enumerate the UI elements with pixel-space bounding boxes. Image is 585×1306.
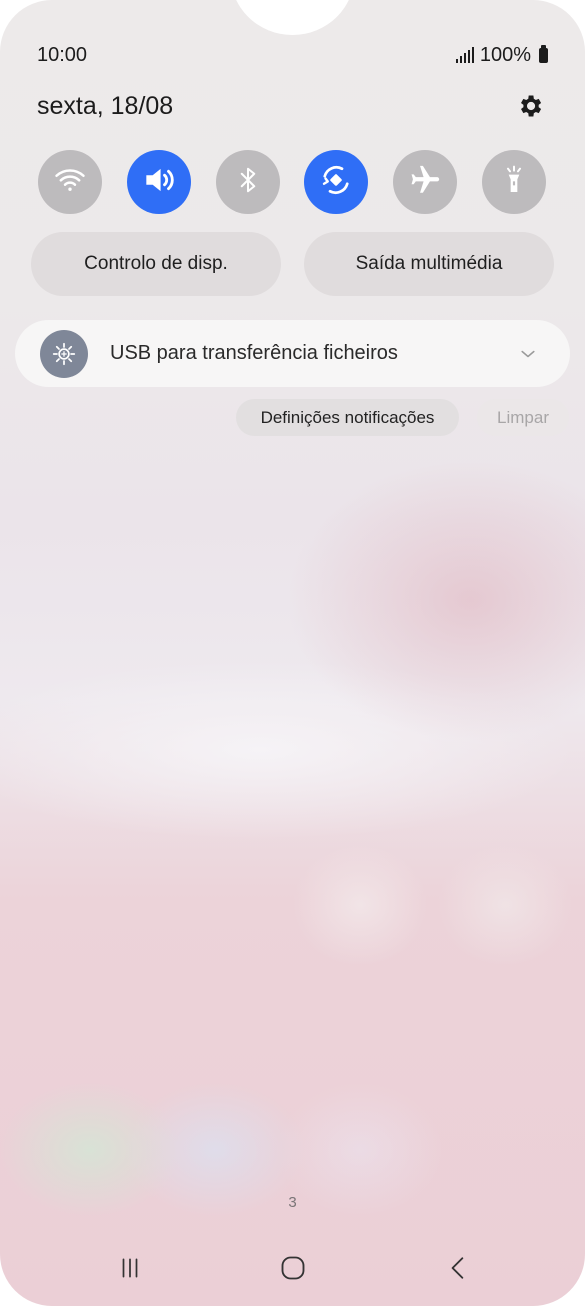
notification-title: USB para transferência ficheiros — [110, 342, 398, 364]
usb-notification-card[interactable]: USB para transferência ficheiros — [15, 320, 570, 387]
signal-strength-icon — [455, 47, 474, 63]
back-button[interactable] — [436, 1248, 480, 1292]
home-icon — [279, 1254, 307, 1287]
quick-panel-buttons: Controlo de disp. Saída multimédia — [31, 232, 554, 296]
airplane-icon — [408, 163, 442, 202]
notification-actions: Definições notificações Limpar — [0, 399, 585, 437]
battery-percentage: 100% — [479, 43, 531, 66]
battery-icon — [539, 44, 548, 63]
gear-icon[interactable] — [515, 91, 545, 121]
bluetooth-toggle[interactable] — [215, 150, 280, 214]
back-icon — [445, 1255, 471, 1286]
flashlight-toggle[interactable] — [481, 150, 546, 214]
auto-rotate-toggle[interactable] — [304, 150, 369, 214]
wifi-icon — [53, 163, 87, 202]
home-button[interactable] — [271, 1248, 315, 1292]
status-time: 10:00 — [37, 43, 88, 66]
status-bar: 10:00 100% — [37, 40, 548, 70]
airplane-mode-toggle[interactable] — [393, 150, 458, 214]
sound-icon — [140, 161, 178, 204]
media-output-button[interactable]: Saída multimédia — [304, 232, 554, 296]
panel-header: sexta, 18/08 — [37, 88, 545, 124]
recent-apps-icon — [117, 1255, 143, 1286]
status-indicators: 100% — [455, 43, 548, 67]
usb-settings-icon — [40, 329, 88, 378]
auto-rotate-icon — [318, 162, 354, 203]
device-control-button[interactable]: Controlo de disp. — [31, 232, 281, 296]
clear-button[interactable]: Limpar — [477, 399, 569, 436]
chevron-down-icon[interactable] — [508, 334, 548, 374]
quick-settings-toggles — [38, 150, 546, 214]
page-indicator: 3 — [288, 1194, 297, 1211]
date-label: sexta, 18/08 — [37, 91, 174, 120]
notification-settings-button[interactable]: Definições notificações — [236, 399, 459, 436]
wifi-toggle[interactable] — [38, 150, 102, 214]
bluetooth-icon — [233, 165, 263, 200]
recent-apps-button[interactable] — [108, 1248, 152, 1292]
flashlight-icon — [498, 164, 530, 201]
sound-toggle[interactable] — [126, 150, 191, 214]
navigation-bar — [0, 1248, 585, 1292]
notification-panel-screen: 10:00 100% sexta, 18/08 Controlo de disp… — [0, 0, 585, 1306]
camera-notch — [230, 0, 355, 35]
